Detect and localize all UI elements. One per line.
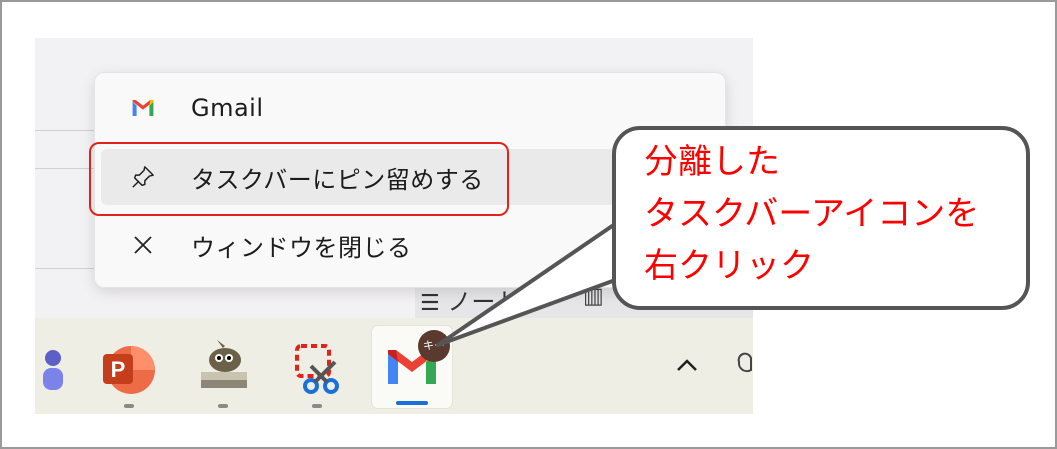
callout-text: 分離した タスクバーアイコンを 右クリック [644, 136, 1014, 292]
callout-line: 右クリック [644, 246, 814, 286]
callout-line: 分離した [644, 142, 780, 182]
callout-line: タスクバーアイコンを [644, 194, 980, 234]
